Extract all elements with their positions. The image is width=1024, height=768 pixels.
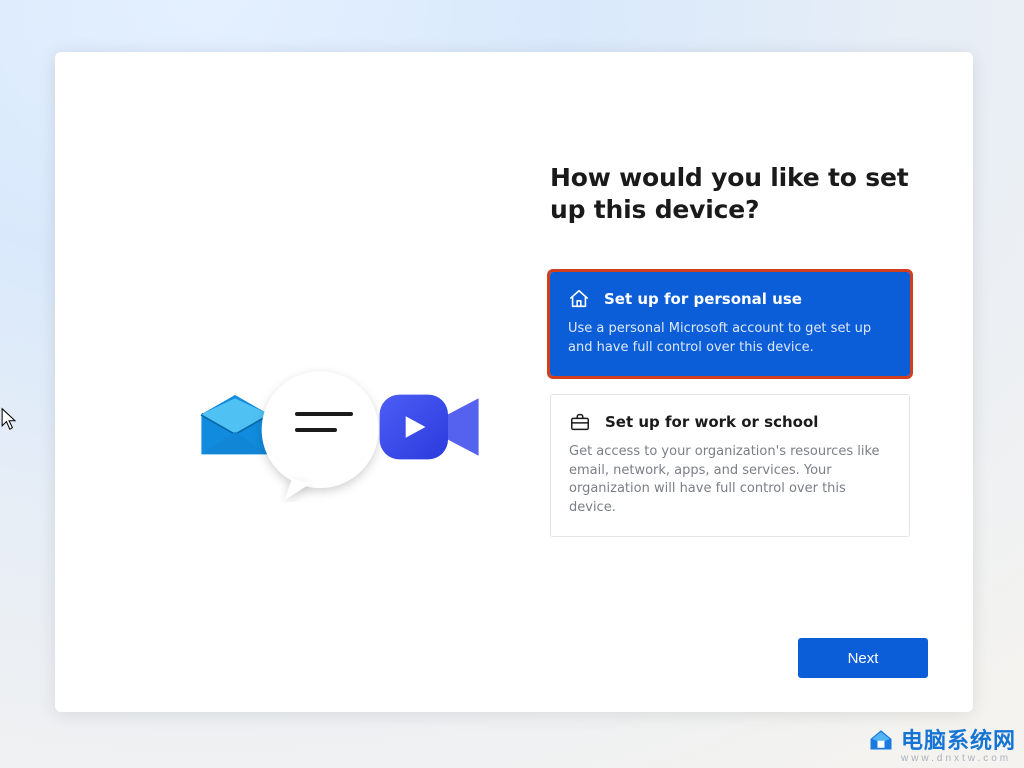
home-icon — [568, 288, 590, 310]
watermark-logo-icon — [867, 725, 895, 753]
watermark: 电脑系统网 www.dnxtw.com — [867, 723, 1016, 764]
option-personal-label: Set up for personal use — [604, 290, 802, 308]
option-work-desc: Get access to your organization's resour… — [569, 443, 891, 518]
watermark-title: 电脑系统网 — [901, 723, 1016, 755]
right-column: How would you like to set up this device… — [550, 162, 910, 555]
option-work-school[interactable]: Set up for work or school Get access to … — [550, 394, 910, 537]
option-personal-desc: Use a personal Microsoft account to get … — [568, 320, 892, 358]
option-personal-use[interactable]: Set up for personal use Use a personal M… — [550, 272, 910, 376]
setup-illustration — [195, 382, 495, 522]
watermark-url: www.dnxtw.com — [901, 753, 1016, 764]
option-work-label: Set up for work or school — [605, 413, 818, 431]
cursor-icon — [0, 407, 18, 431]
video-icon — [375, 382, 485, 472]
chat-lines-icon — [295, 412, 353, 444]
page-title: How would you like to set up this device… — [550, 162, 910, 226]
next-button[interactable]: Next — [798, 638, 928, 678]
setup-panel: How would you like to set up this device… — [55, 52, 973, 712]
briefcase-icon — [569, 411, 591, 433]
